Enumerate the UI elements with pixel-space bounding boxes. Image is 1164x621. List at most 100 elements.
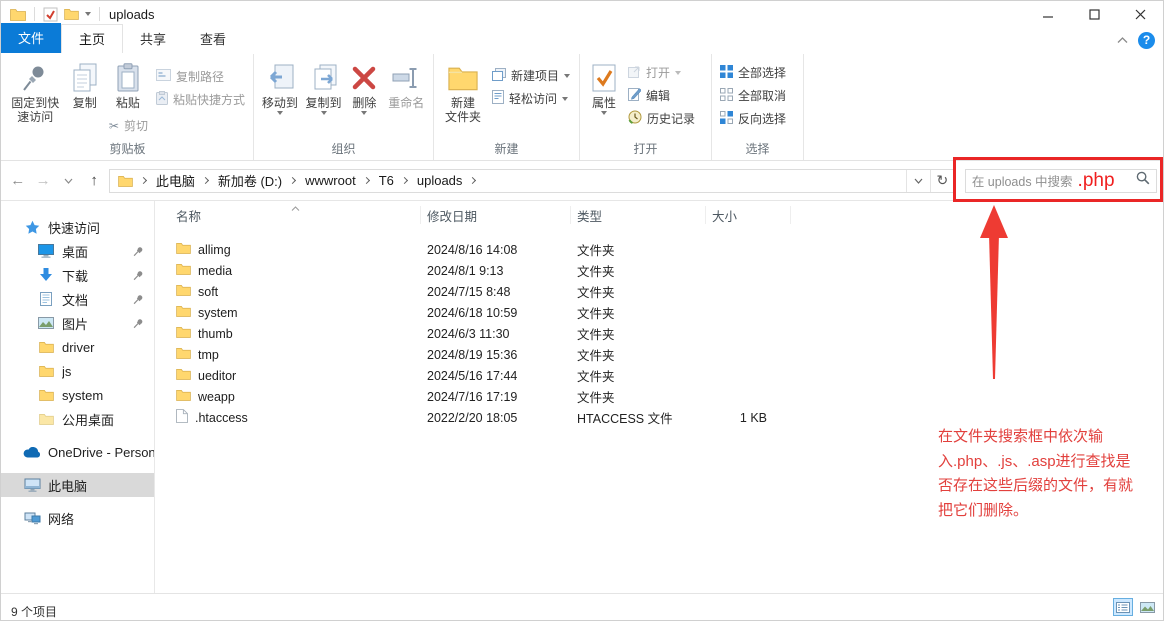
folder-icon bbox=[37, 341, 55, 353]
cut-button[interactable]: ✂ 剪切 bbox=[105, 114, 152, 137]
dropdown-arrow-icon bbox=[601, 111, 607, 115]
folder-icon bbox=[37, 365, 55, 377]
pin-icon bbox=[133, 317, 144, 332]
download-icon bbox=[37, 268, 55, 282]
breadcrumb-wwwroot[interactable]: wwwroot bbox=[302, 171, 359, 190]
maximize-button[interactable] bbox=[1071, 1, 1117, 27]
ribbon-group-select: 全部选择 全部取消 反向选择 选择 bbox=[712, 54, 804, 160]
sidebar-item-driver[interactable]: driver bbox=[1, 335, 154, 359]
back-button[interactable]: ← bbox=[5, 168, 30, 194]
recent-locations-chevron-icon[interactable] bbox=[56, 168, 81, 194]
file-row-soft[interactable]: soft 2024/7/15 8:48 文件夹 bbox=[155, 281, 1163, 302]
breadcrumb-this-pc[interactable]: 此电脑 bbox=[153, 169, 198, 192]
breadcrumb-t6[interactable]: T6 bbox=[376, 171, 397, 190]
file-row-tmp[interactable]: tmp 2024/8/19 15:36 文件夹 bbox=[155, 344, 1163, 365]
select-all-button[interactable]: 全部选择 bbox=[716, 61, 790, 84]
sidebar-item-pictures[interactable]: 图片 bbox=[1, 311, 154, 335]
column-header-size[interactable]: 大小 bbox=[706, 206, 791, 224]
new-item-icon bbox=[492, 68, 506, 84]
sidebar-item-downloads[interactable]: 下载 bbox=[1, 263, 154, 287]
easy-access-button[interactable]: 轻松访问 bbox=[488, 87, 574, 110]
address-bar[interactable]: 此电脑 新加卷 (D:) wwwroot T6 uploads ↻ bbox=[109, 169, 955, 193]
chevron-right-icon bbox=[140, 177, 147, 184]
delete-button[interactable]: 删除 bbox=[345, 57, 383, 115]
edit-button[interactable]: 编辑 bbox=[624, 84, 699, 107]
invert-selection-button[interactable]: 反向选择 bbox=[716, 107, 790, 130]
copy-icon bbox=[72, 60, 98, 96]
chevron-right-icon bbox=[202, 177, 209, 184]
ribbon-tabs: 文件 主页 共享 查看 ? bbox=[1, 27, 1163, 53]
forward-button[interactable]: → bbox=[30, 168, 55, 194]
properties-check-icon bbox=[591, 60, 617, 96]
properties-quick-icon[interactable] bbox=[43, 7, 58, 22]
address-dropdown-icon[interactable] bbox=[906, 170, 930, 192]
help-icon[interactable]: ? bbox=[1138, 32, 1155, 49]
column-header-name[interactable]: 名称 bbox=[155, 206, 421, 224]
breadcrumb-uploads[interactable]: uploads bbox=[414, 171, 466, 190]
breadcrumb-drive-d[interactable]: 新加卷 (D:) bbox=[215, 169, 285, 192]
paste-button[interactable]: 粘贴 bbox=[105, 57, 151, 110]
sidebar-item-js[interactable]: js bbox=[1, 359, 154, 383]
document-icon bbox=[37, 292, 55, 306]
tab-share[interactable]: 共享 bbox=[123, 25, 183, 53]
close-button[interactable] bbox=[1117, 1, 1163, 27]
refresh-icon[interactable]: ↻ bbox=[930, 170, 954, 192]
tab-home[interactable]: 主页 bbox=[61, 24, 123, 53]
sidebar-item-this-pc[interactable]: 此电脑 bbox=[1, 473, 154, 497]
new-folder-button[interactable]: 新建 文件夹 bbox=[438, 57, 488, 124]
sidebar-item-quick-access[interactable]: 快速访问 bbox=[1, 215, 154, 239]
move-to-icon bbox=[266, 60, 294, 96]
group-label-new: 新建 bbox=[434, 139, 579, 160]
dropdown-arrow-icon bbox=[277, 111, 283, 115]
move-to-button[interactable]: 移动到 bbox=[258, 57, 302, 115]
folder-icon bbox=[118, 175, 133, 187]
file-row-media[interactable]: media 2024/8/1 9:13 文件夹 bbox=[155, 260, 1163, 281]
open-button[interactable]: 打开 bbox=[624, 61, 699, 84]
sidebar-item-network[interactable]: 网络 bbox=[1, 506, 154, 530]
column-headers: 名称 修改日期 类型 大小 bbox=[155, 203, 1163, 227]
tab-view[interactable]: 查看 bbox=[183, 25, 243, 53]
pin-to-quick-access-button[interactable]: 固定到快 速访问 bbox=[6, 57, 65, 124]
column-header-type[interactable]: 类型 bbox=[571, 206, 706, 224]
breadcrumb: 此电脑 新加卷 (D:) wwwroot T6 uploads bbox=[110, 169, 906, 192]
file-row-thumb[interactable]: thumb 2024/6/3 11:30 文件夹 bbox=[155, 323, 1163, 344]
copy-button[interactable]: 复制 bbox=[65, 57, 105, 110]
paste-shortcut-button[interactable]: 粘贴快捷方式 bbox=[152, 88, 249, 111]
column-header-date[interactable]: 修改日期 bbox=[421, 206, 571, 224]
sidebar-item-onedrive[interactable]: OneDrive - Persona bbox=[1, 440, 154, 464]
select-all-icon bbox=[720, 65, 733, 81]
search-typed-text: .php bbox=[1078, 171, 1115, 191]
details-view-button[interactable] bbox=[1113, 598, 1133, 616]
search-input[interactable]: 在 uploads 中搜索 .php bbox=[965, 169, 1157, 193]
new-item-button[interactable]: 新建项目 bbox=[488, 64, 574, 87]
sidebar-item-system[interactable]: system bbox=[1, 383, 154, 407]
sidebar-item-documents[interactable]: 文档 bbox=[1, 287, 154, 311]
copy-path-icon bbox=[156, 69, 171, 84]
sidebar-item-desktop[interactable]: 桌面 bbox=[1, 239, 154, 263]
collapse-ribbon-icon[interactable] bbox=[1117, 31, 1128, 49]
file-row-ueditor[interactable]: ueditor 2024/5/16 17:44 文件夹 bbox=[155, 365, 1163, 386]
new-folder-quick-icon[interactable] bbox=[64, 8, 79, 20]
tab-file[interactable]: 文件 bbox=[1, 23, 61, 53]
folder-icon bbox=[176, 368, 191, 383]
copy-to-button[interactable]: 复制到 bbox=[302, 57, 346, 115]
large-icons-view-button[interactable] bbox=[1137, 598, 1157, 616]
up-button[interactable]: ↑ bbox=[81, 168, 106, 194]
customize-toolbar-chevron-icon[interactable] bbox=[85, 12, 91, 16]
sidebar-item-public-desktop[interactable]: 公用桌面 bbox=[1, 407, 154, 431]
properties-button[interactable]: 属性 bbox=[584, 57, 624, 115]
file-row-allimg[interactable]: allimg 2024/8/16 14:08 文件夹 bbox=[155, 239, 1163, 260]
history-button[interactable]: 历史记录 bbox=[624, 107, 699, 130]
minimize-button[interactable] bbox=[1025, 1, 1071, 27]
folder-icon bbox=[176, 326, 191, 341]
paste-shortcut-icon bbox=[156, 91, 168, 108]
delete-x-icon bbox=[351, 60, 377, 96]
copy-path-button[interactable]: 复制路径 bbox=[152, 65, 249, 88]
folder-icon bbox=[37, 389, 55, 401]
select-none-button[interactable]: 全部取消 bbox=[716, 84, 790, 107]
star-icon bbox=[23, 220, 41, 235]
file-row-weapp[interactable]: weapp 2024/7/16 17:19 文件夹 bbox=[155, 386, 1163, 407]
rename-button[interactable]: 重命名 bbox=[383, 57, 429, 110]
ribbon-group-open: 属性 打开 编辑 历史记录 bbox=[580, 54, 712, 160]
file-row-system[interactable]: system 2024/6/18 10:59 文件夹 bbox=[155, 302, 1163, 323]
